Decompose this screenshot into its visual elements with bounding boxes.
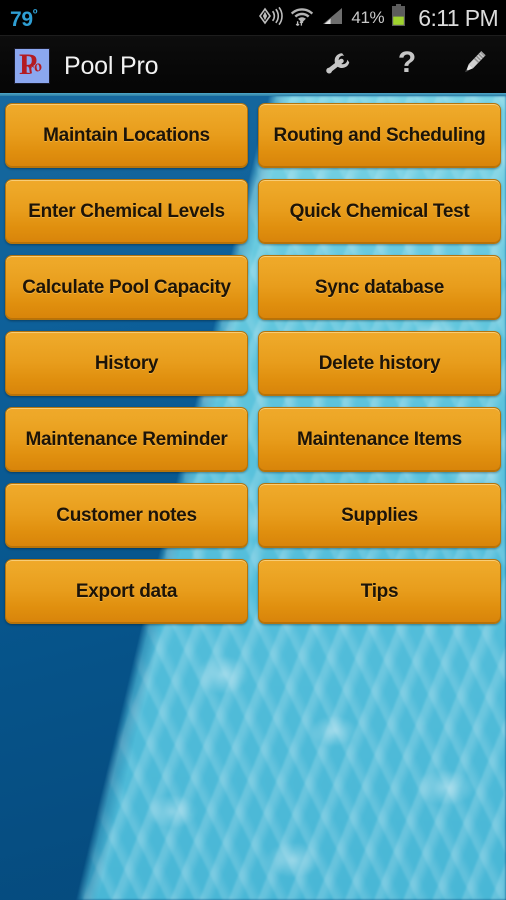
help-button[interactable]: ? xyxy=(374,36,440,96)
pencil-icon xyxy=(453,46,493,87)
menu-button-export-data[interactable]: Export data xyxy=(5,559,248,624)
main-menu-grid: Maintain Locations Routing and Schedulin… xyxy=(0,103,506,624)
menu-row: Export data Tips xyxy=(5,559,501,624)
menu-button-sync-database[interactable]: Sync database xyxy=(258,255,501,320)
wrench-icon xyxy=(322,47,360,86)
wifi-data-transfer-icon xyxy=(290,5,314,32)
app-screen: 79º 41% 6:11 PM P ro Pool Pro ? Maintain… xyxy=(0,0,506,900)
cellular-signal-icon xyxy=(321,6,343,31)
svg-text:?: ? xyxy=(398,46,416,79)
page-title: Pool Pro xyxy=(64,51,159,80)
menu-row: Customer notes Supplies xyxy=(5,483,501,548)
menu-row: Maintain Locations Routing and Schedulin… xyxy=(5,103,501,168)
edit-button[interactable] xyxy=(440,36,506,96)
menu-row: Maintenance Reminder Maintenance Items xyxy=(5,407,501,472)
menu-button-tips[interactable]: Tips xyxy=(258,559,501,624)
menu-button-customer-notes[interactable]: Customer notes xyxy=(5,483,248,548)
menu-row: History Delete history xyxy=(5,331,501,396)
menu-button-maintain-locations[interactable]: Maintain Locations xyxy=(5,103,248,168)
menu-button-calculate-pool-capacity[interactable]: Calculate Pool Capacity xyxy=(5,255,248,320)
menu-button-maintenance-items[interactable]: Maintenance Items xyxy=(258,407,501,472)
menu-button-routing-and-scheduling[interactable]: Routing and Scheduling xyxy=(258,103,501,168)
menu-button-delete-history[interactable]: Delete history xyxy=(258,331,501,396)
temperature-value: 79 xyxy=(10,7,33,31)
temperature-indicator: 79º xyxy=(10,5,38,31)
status-bar: 79º 41% 6:11 PM xyxy=(0,0,506,36)
menu-button-maintenance-reminder[interactable]: Maintenance Reminder xyxy=(5,407,248,472)
clock: 6:11 PM xyxy=(418,4,498,31)
menu-button-quick-chemical-test[interactable]: Quick Chemical Test xyxy=(258,179,501,244)
settings-button[interactable] xyxy=(308,36,374,96)
menu-row: Calculate Pool Capacity Sync database xyxy=(5,255,501,320)
status-bar-icons: 41% 6:11 PM xyxy=(257,0,499,36)
degree-symbol: º xyxy=(32,5,38,21)
menu-row: Enter Chemical Levels Quick Chemical Tes… xyxy=(5,179,501,244)
menu-button-enter-chemical-levels[interactable]: Enter Chemical Levels xyxy=(5,179,248,244)
battery-icon xyxy=(391,4,406,32)
question-mark-icon: ? xyxy=(392,46,422,87)
menu-button-supplies[interactable]: Supplies xyxy=(258,483,501,548)
menu-button-history[interactable]: History xyxy=(5,331,248,396)
battery-percentage: 41% xyxy=(351,8,385,27)
app-logo-icon: P ro xyxy=(14,48,50,84)
action-bar: P ro Pool Pro ? xyxy=(0,36,506,96)
gps-location-icon xyxy=(257,6,284,31)
